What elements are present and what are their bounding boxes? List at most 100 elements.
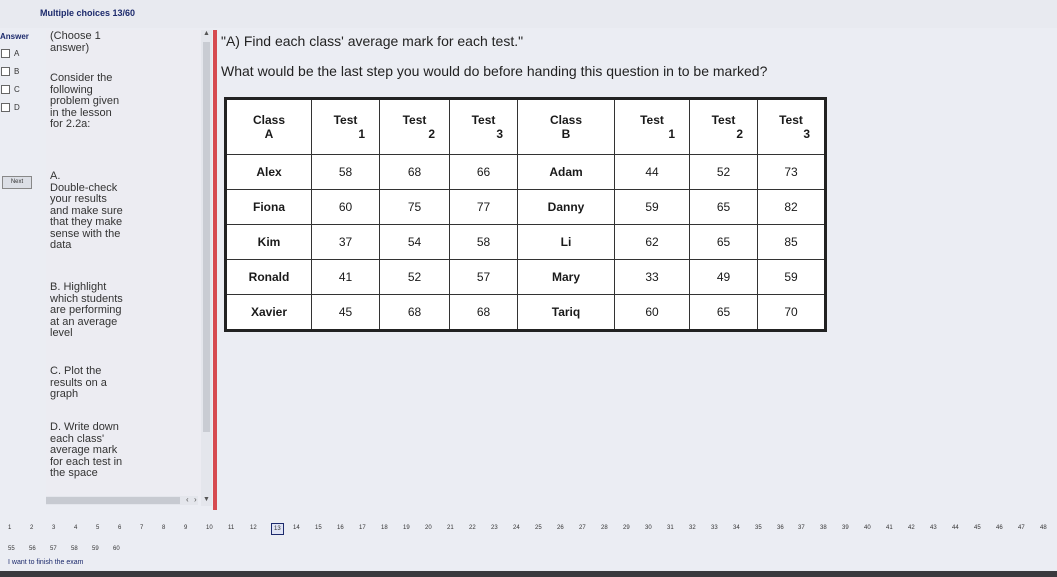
page-link[interactable]: 4 bbox=[74, 525, 77, 531]
table-cell: 58 bbox=[311, 154, 380, 190]
page-link[interactable]: 19 bbox=[403, 525, 410, 531]
table-cell: 75 bbox=[379, 189, 450, 225]
table-cell: 68 bbox=[379, 294, 450, 331]
checkbox-icon bbox=[1, 48, 10, 58]
table-cell: 65 bbox=[689, 294, 758, 331]
page-link[interactable]: 15 bbox=[315, 525, 322, 531]
page-link[interactable]: 37 bbox=[798, 525, 805, 531]
table-cell: 66 bbox=[449, 154, 518, 190]
scrollbar-thumb[interactable] bbox=[46, 497, 180, 504]
table-header: Test 2 bbox=[379, 98, 450, 155]
question-pagination: 1 2 3 4 5 6 7 8 9 10 11 12 13 14 15 16 17 18 19 20 21 22 23 24 2… bbox=[0, 523, 1057, 537]
table-cell: 49 bbox=[689, 259, 758, 295]
page-link[interactable]: 33 bbox=[711, 525, 718, 531]
page-link[interactable]: 17 bbox=[359, 525, 366, 531]
page-link[interactable]: 7 bbox=[140, 525, 143, 531]
question-text: What would be the last step you would do… bbox=[221, 63, 768, 79]
page-link[interactable]: 55 bbox=[8, 546, 15, 552]
page-link[interactable]: 24 bbox=[513, 525, 520, 531]
page-link[interactable]: 40 bbox=[864, 525, 871, 531]
page-link[interactable]: 9 bbox=[184, 525, 187, 531]
page-link[interactable]: 48 bbox=[1040, 525, 1047, 531]
page-link[interactable]: 26 bbox=[557, 525, 564, 531]
scroll-up-icon[interactable]: ▲ bbox=[203, 30, 210, 37]
table-cell: 33 bbox=[614, 259, 690, 295]
choice-d-checkbox[interactable]: D bbox=[1, 98, 41, 116]
exam-progress-title: Multiple choices 13/60 bbox=[40, 8, 136, 18]
page-link[interactable]: 44 bbox=[952, 525, 959, 531]
page-link[interactable]: 5 bbox=[96, 525, 99, 531]
table-cell: Li bbox=[517, 224, 615, 260]
table-header: Class A bbox=[225, 98, 312, 155]
options-horizontal-scrollbar[interactable]: ‹ › bbox=[46, 495, 198, 505]
choice-b-checkbox[interactable]: B bbox=[1, 62, 41, 80]
table-cell: Mary bbox=[517, 259, 615, 295]
finish-exam-link[interactable]: I want to finish the exam bbox=[8, 559, 83, 566]
page-link[interactable]: 2 bbox=[30, 525, 33, 531]
option-d-text: D. Write down each class' average mark f… bbox=[50, 421, 123, 479]
checkbox-icon bbox=[1, 102, 10, 112]
option-a-text: A. Double-check your results and make su… bbox=[50, 170, 123, 251]
page-link[interactable]: 31 bbox=[667, 525, 674, 531]
page-link[interactable]: 8 bbox=[162, 525, 165, 531]
page-link[interactable]: 6 bbox=[118, 525, 121, 531]
next-button[interactable]: Next bbox=[2, 176, 32, 189]
option-c-text: C. Plot the results on a graph bbox=[50, 365, 107, 400]
options-vertical-scrollbar[interactable]: ▲ ▼ bbox=[201, 30, 212, 506]
scroll-down-icon[interactable]: ▼ bbox=[203, 496, 210, 503]
page-link[interactable]: 32 bbox=[689, 525, 696, 531]
page-link[interactable]: 30 bbox=[645, 525, 652, 531]
page-link[interactable]: 1 bbox=[8, 525, 11, 531]
page-link[interactable]: 47 bbox=[1018, 525, 1025, 531]
page-link[interactable]: 43 bbox=[930, 525, 937, 531]
page-link[interactable]: 27 bbox=[579, 525, 586, 531]
page-link[interactable]: 41 bbox=[886, 525, 893, 531]
page-link[interactable]: 35 bbox=[755, 525, 762, 531]
table-cell: Fiona bbox=[225, 189, 312, 225]
choice-c-checkbox[interactable]: C bbox=[1, 80, 41, 98]
page-link[interactable]: 23 bbox=[491, 525, 498, 531]
page-link[interactable]: 38 bbox=[820, 525, 827, 531]
page-link[interactable]: 39 bbox=[842, 525, 849, 531]
page-link[interactable]: 20 bbox=[425, 525, 432, 531]
scroll-left-icon[interactable]: ‹ bbox=[186, 495, 189, 504]
table-row: Kim 37 54 58 Li 62 65 85 bbox=[225, 224, 826, 260]
page-link[interactable]: 59 bbox=[92, 546, 99, 552]
table-cell: 60 bbox=[614, 294, 690, 331]
page-link[interactable]: 22 bbox=[469, 525, 476, 531]
page-link[interactable]: 58 bbox=[71, 546, 78, 552]
table-cell: 41 bbox=[311, 259, 380, 295]
page-link[interactable]: 57 bbox=[50, 546, 57, 552]
table-cell: 70 bbox=[757, 294, 826, 331]
page-link[interactable]: 12 bbox=[250, 525, 257, 531]
page-link[interactable]: 18 bbox=[381, 525, 388, 531]
page-link[interactable]: 3 bbox=[52, 525, 55, 531]
page-link[interactable]: 45 bbox=[974, 525, 981, 531]
page-link[interactable]: 25 bbox=[535, 525, 542, 531]
page-link[interactable]: 29 bbox=[623, 525, 630, 531]
table-cell: 59 bbox=[757, 259, 826, 295]
page-link[interactable]: 16 bbox=[337, 525, 344, 531]
page-link[interactable]: 10 bbox=[206, 525, 213, 531]
page-link[interactable]: 46 bbox=[996, 525, 1003, 531]
table-header: Test 3 bbox=[449, 98, 518, 155]
scroll-right-icon[interactable]: › bbox=[194, 495, 197, 504]
page-link[interactable]: 14 bbox=[293, 525, 300, 531]
page-link[interactable]: 13 bbox=[271, 523, 284, 535]
page-link[interactable]: 28 bbox=[601, 525, 608, 531]
option-b-text: B. Highlight which students are performi… bbox=[50, 281, 123, 339]
table-header: Test 1 bbox=[311, 98, 380, 155]
page-link[interactable]: 42 bbox=[908, 525, 915, 531]
page-link[interactable]: 36 bbox=[777, 525, 784, 531]
table-cell: 45 bbox=[311, 294, 380, 331]
page-link[interactable]: 56 bbox=[29, 546, 36, 552]
choice-a-checkbox[interactable]: A bbox=[1, 44, 41, 62]
table-cell: 60 bbox=[311, 189, 380, 225]
page-link[interactable]: 21 bbox=[447, 525, 454, 531]
page-link[interactable]: 60 bbox=[113, 546, 120, 552]
page-link[interactable]: 11 bbox=[228, 525, 234, 531]
table-row: Xavier 45 68 68 Tariq 60 65 70 bbox=[225, 294, 826, 331]
choice-a-label: A bbox=[14, 48, 20, 58]
scrollbar-thumb[interactable] bbox=[203, 42, 210, 432]
page-link[interactable]: 34 bbox=[733, 525, 740, 531]
